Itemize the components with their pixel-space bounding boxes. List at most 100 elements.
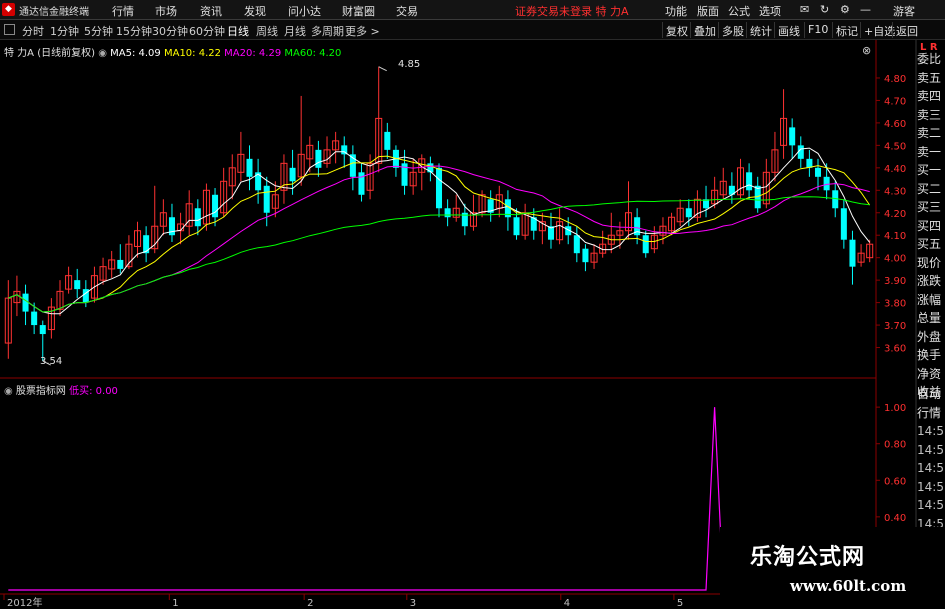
kline-chart-area[interactable]: 4.80 4.70 4.60 4.50 4.40 4.30 4.20 4.10 4.00 3.90…	[0, 40, 945, 609]
period-more[interactable]: 更多 >	[345, 23, 380, 39]
sub-axis-label: 1.00	[884, 403, 906, 414]
side-label: 卖五	[917, 70, 942, 85]
period-multi[interactable]: 多周期	[311, 23, 344, 39]
tool-multistock[interactable]: 多股	[718, 22, 747, 38]
kline-chart-svg[interactable]: 4.80 4.70 4.60 4.50 4.40 4.30 4.20 4.10 4.00 3.90…	[0, 40, 945, 609]
price-axis-label: 4.50	[884, 141, 906, 152]
watermark-url: www.60lt.com	[790, 577, 907, 595]
price-axis-label: 4.60	[884, 119, 906, 130]
tick-panel: 自动 行情 14:5 14:5 14:5 14:5 14:5 14:5	[917, 385, 945, 533]
price-axis-label: 3.80	[884, 299, 906, 310]
tick-label: 行情	[917, 405, 942, 420]
candle-body	[39, 325, 46, 335]
candle-body	[74, 280, 81, 290]
period-weekly[interactable]: 周线	[256, 23, 278, 39]
period-monthly[interactable]: 月线	[284, 23, 306, 39]
sub-axis-label: 0.40	[884, 513, 906, 524]
sub-axis-label: 0.60	[884, 476, 906, 487]
legend-dot-icon: ◉	[98, 48, 107, 59]
menu-options[interactable]: 选项	[759, 3, 781, 19]
candle-body	[246, 158, 253, 177]
price-axis-label: 4.40	[884, 164, 906, 175]
candle-body	[117, 259, 124, 269]
period-1min[interactable]: 1分钟	[50, 23, 79, 39]
side-label: 净资	[917, 366, 942, 381]
side-label: 买三	[917, 200, 942, 214]
legend-ma10: MA10: 4.22	[163, 48, 221, 59]
period-15min[interactable]: 15分钟	[116, 23, 152, 39]
price-axis-label: 4.00	[884, 254, 906, 265]
tool-adjust[interactable]: 复权	[662, 22, 691, 38]
menu-wealth[interactable]: 财富圈	[342, 3, 375, 19]
order-book-panel: 委比 卖五 卖四 卖三 卖二 卖一 买一 买二 买三 买四 买五 现价 涨跌 涨幅 总量 外盘 换手 净资 收益	[917, 50, 945, 402]
chart-close-icon[interactable]: ⊗	[862, 44, 871, 57]
side-label: 换手	[917, 348, 942, 362]
side-label: 卖四	[917, 89, 942, 103]
candle-body	[823, 176, 830, 191]
tool-f10[interactable]: F10	[804, 22, 831, 38]
candle-body	[849, 239, 856, 267]
side-label: 卖二	[917, 126, 942, 140]
refresh-icon[interactable]: ↻	[820, 3, 829, 16]
period-daily[interactable]: 日线	[227, 23, 249, 39]
legend-ma5: MA5: 4.09	[110, 48, 161, 59]
tool-stats[interactable]: 统计	[746, 22, 775, 38]
guest-label[interactable]: 游客	[893, 3, 915, 19]
side-label: 卖三	[917, 107, 942, 122]
menu-wenxiaoda[interactable]: 问小达	[288, 3, 321, 19]
menu-formula[interactable]: 公式	[728, 3, 750, 19]
side-label: 买一	[917, 163, 942, 177]
minimize-icon[interactable]: —	[860, 3, 871, 16]
candle-body	[384, 131, 391, 150]
candle-body	[194, 208, 201, 227]
menu-function[interactable]: 功能	[665, 3, 687, 19]
legend-ma60: MA60: 4.20	[284, 48, 342, 59]
candle-body	[143, 235, 150, 254]
side-label: 买五	[917, 237, 942, 251]
period-toolbar: 分时 1分钟 5分钟 15分钟 30分钟 60分钟 日线 周线 月线 多周期 更…	[0, 20, 945, 40]
period-60min[interactable]: 60分钟	[189, 23, 225, 39]
candle-body	[315, 149, 322, 168]
login-status[interactable]: 证券交易未登录 特 力A	[515, 3, 629, 19]
menu-discover[interactable]: 发现	[244, 3, 266, 19]
period-30min[interactable]: 30分钟	[152, 23, 188, 39]
period-tick[interactable]: 分时	[22, 23, 44, 39]
candle-body	[444, 208, 451, 218]
time-axis-label: 2012年	[7, 596, 42, 609]
candle-body	[685, 208, 692, 218]
mail-icon[interactable]: ✉	[800, 3, 809, 16]
candle-body	[513, 217, 520, 236]
settings-icon[interactable]: ⚙	[840, 3, 850, 16]
side-label: 涨跌	[917, 274, 942, 288]
price-axis-group: 4.80 4.70 4.60 4.50 4.40 4.30 4.20 4.10 4.00 3.90…	[876, 74, 906, 355]
side-label: 涨幅	[917, 292, 942, 307]
panel-toggle-checkbox[interactable]	[4, 24, 15, 35]
stock-title: 特 力A (日线前复权)	[4, 48, 96, 59]
indicator-settings-icon[interactable]: ◉	[4, 386, 13, 397]
candle-body	[582, 248, 589, 263]
watermark-title: 乐淘公式网	[750, 545, 866, 570]
time-axis-label: 3	[410, 598, 416, 609]
sub-axis-label: 0.80	[884, 440, 906, 451]
time-axis-label: 5	[677, 598, 683, 609]
period-5min[interactable]: 5分钟	[84, 23, 113, 39]
menu-quotes[interactable]: 行情	[112, 3, 134, 19]
candle-body	[814, 167, 822, 177]
menu-market[interactable]: 市场	[155, 3, 177, 19]
menu-layout[interactable]: 版面	[697, 3, 719, 19]
menu-news[interactable]: 资讯	[200, 3, 222, 19]
price-axis-label: 4.70	[884, 96, 906, 107]
indicator-name: 股票指标网	[15, 386, 66, 397]
side-label: 卖一	[917, 144, 942, 159]
tool-back[interactable]: 返回	[892, 22, 921, 38]
tool-mark[interactable]: 标记	[832, 22, 861, 38]
tick-label: 14:5	[917, 479, 944, 494]
candle-body	[289, 167, 296, 182]
menu-trade[interactable]: 交易	[396, 3, 418, 19]
candle-body	[789, 127, 796, 146]
price-axis-label: 3.90	[884, 276, 906, 287]
tool-overlay[interactable]: 叠加	[690, 22, 719, 38]
candle-body	[31, 311, 38, 326]
price-axis-label: 4.80	[884, 74, 906, 85]
tool-draw[interactable]: 画线	[774, 22, 803, 38]
